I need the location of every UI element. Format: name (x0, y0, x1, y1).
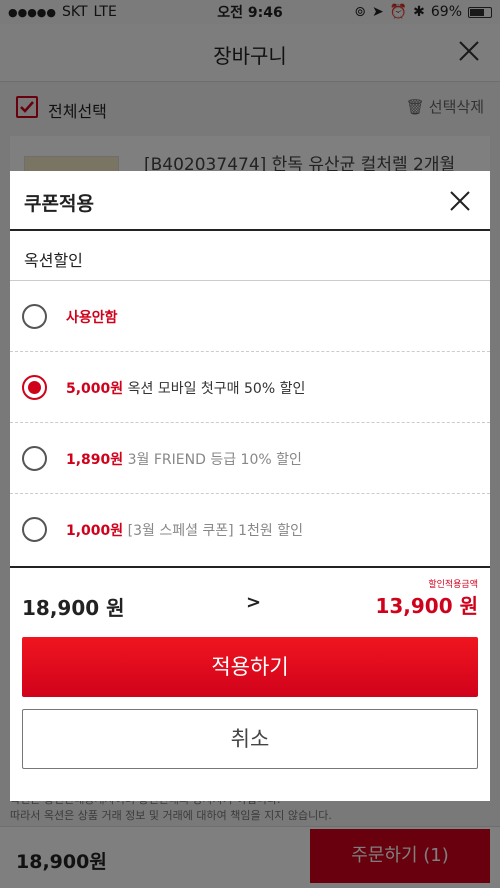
cancel-button[interactable]: 취소 (22, 709, 478, 769)
radio-button[interactable] (22, 446, 47, 471)
apply-button[interactable]: 적용하기 (22, 637, 478, 697)
coupon-desc: [3월 스페셜 쿠폰] 1천원 할인 (127, 523, 303, 539)
radio-button-selected[interactable] (22, 375, 47, 400)
coupon-options: 사용안함 5,000원 옥션 모바일 첫구매 50% 할인 1,890원 3월 … (10, 281, 490, 565)
section-title: 옥션할인 (24, 251, 83, 270)
coupon-option-5000[interactable]: 5,000원 옥션 모바일 첫구매 50% 할인 (10, 352, 490, 423)
coupon-price: 1,890원 (66, 452, 124, 468)
coupon-desc: 3월 FRIEND 등급 10% 할인 (127, 452, 302, 468)
radio-button[interactable] (22, 304, 47, 329)
price-summary: 18,900 원 > 할인적용금액 13,900 원 (10, 568, 490, 630)
original-price: 18,900 원 (22, 596, 125, 620)
modal-title: 쿠폰적용 (24, 193, 94, 215)
coupon-price: 사용안함 (66, 310, 118, 326)
coupon-modal: 쿠폰적용 옥션할인 사용안함 5,000원 옥션 모바일 첫구매 50% 할인 … (10, 171, 490, 801)
discounted-price: 13,900 원 (375, 594, 478, 618)
radio-button[interactable] (22, 517, 47, 542)
coupon-option-1000[interactable]: 1,000원 [3월 스페셜 쿠폰] 1천원 할인 (10, 494, 490, 565)
modal-header: 쿠폰적용 (10, 171, 490, 231)
coupon-desc: 옥션 모바일 첫구매 50% 할인 (127, 381, 306, 397)
close-icon[interactable] (446, 187, 474, 215)
coupon-option-none[interactable]: 사용안함 (10, 281, 490, 352)
discount-label: 할인적용금액 (428, 580, 478, 590)
coupon-price: 1,000원 (66, 523, 124, 539)
coupon-price: 5,000원 (66, 381, 124, 397)
coupon-option-1890[interactable]: 1,890원 3월 FRIEND 등급 10% 할인 (10, 423, 490, 494)
arrow-icon: > (246, 592, 262, 613)
